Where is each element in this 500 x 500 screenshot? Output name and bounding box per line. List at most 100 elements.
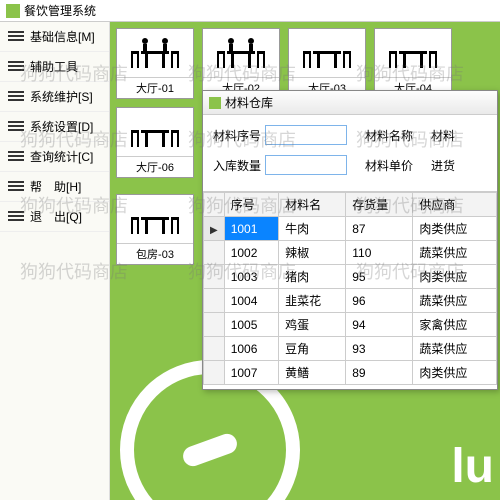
cell-stock: 93 bbox=[346, 337, 413, 361]
cell-supplier: 肉类供应 bbox=[413, 265, 497, 289]
field-material-code: 材料序号 bbox=[213, 125, 347, 145]
table-row[interactable]: 1006豆角93蔬菜供应 bbox=[204, 337, 497, 361]
cell-id: 1005 bbox=[224, 313, 278, 337]
cell-id: 1004 bbox=[224, 289, 278, 313]
sidebar-label: 退 出[Q] bbox=[30, 208, 82, 225]
sidebar-label: 系统设置[D] bbox=[30, 118, 93, 135]
cell-stock: 94 bbox=[346, 313, 413, 337]
menu-icon bbox=[8, 91, 24, 103]
sidebar-label: 帮 助[H] bbox=[30, 178, 81, 195]
material-warehouse-dialog: 材料仓库 材料序号 材料名称 材料 入库数量 材料单价 进货 bbox=[202, 90, 498, 390]
field-material-name: 材料名称 bbox=[365, 127, 413, 144]
sidebar-item-exit[interactable]: 退 出[Q] bbox=[0, 202, 109, 232]
brand-text: lu bbox=[451, 439, 494, 494]
dining-icon bbox=[117, 108, 193, 156]
cell-id: 1007 bbox=[224, 361, 278, 385]
cell-stock: 96 bbox=[346, 289, 413, 313]
cell-id: 1001 bbox=[224, 217, 278, 241]
cell-name: 鸡蛋 bbox=[279, 313, 346, 337]
dialog-icon bbox=[209, 97, 221, 109]
cell-name: 豆角 bbox=[279, 337, 346, 361]
menu-icon bbox=[8, 61, 24, 73]
cell-name: 韭菜花 bbox=[279, 289, 346, 313]
data-grid[interactable]: 序号 材料名 存货量 供应商 ▶1001牛肉87肉类供应1002辣椒110蔬菜供… bbox=[203, 191, 497, 389]
sidebar-label: 查询统计[C] bbox=[30, 148, 93, 165]
table-row[interactable]: 1004韭菜花96蔬菜供应 bbox=[204, 289, 497, 313]
menu-icon bbox=[8, 31, 24, 43]
menu-icon bbox=[8, 181, 24, 193]
cell-supplier: 蔬菜供应 bbox=[413, 241, 497, 265]
cell-supplier: 肉类供应 bbox=[413, 361, 497, 385]
window-title: 餐饮管理系统 bbox=[24, 2, 96, 19]
sidebar-label: 辅助工具 bbox=[30, 58, 78, 75]
col-stock[interactable]: 存货量 bbox=[346, 193, 413, 217]
sidebar: 基础信息[M] 辅助工具 系统维护[S] 系统设置[D] 查询统计[C] 帮 助… bbox=[0, 22, 110, 500]
cell-supplier: 肉类供应 bbox=[413, 217, 497, 241]
col-name[interactable]: 材料名 bbox=[279, 193, 346, 217]
cell-supplier: 家禽供应 bbox=[413, 313, 497, 337]
dining-icon bbox=[375, 29, 451, 77]
cell-supplier: 蔬菜供应 bbox=[413, 289, 497, 313]
cell-name: 黄鳝 bbox=[279, 361, 346, 385]
material-code-input[interactable] bbox=[265, 125, 347, 145]
tile-label: 大厅-01 bbox=[117, 77, 193, 98]
cell-id: 1002 bbox=[224, 241, 278, 265]
cell-name: 猪肉 bbox=[279, 265, 346, 289]
dialog-title-text: 材料仓库 bbox=[225, 94, 273, 111]
app-icon bbox=[6, 4, 20, 18]
cell-supplier: 蔬菜供应 bbox=[413, 337, 497, 361]
qty-input[interactable] bbox=[265, 155, 347, 175]
sidebar-label: 基础信息[M] bbox=[30, 28, 95, 45]
col-supplier[interactable]: 供应商 bbox=[413, 193, 497, 217]
dialog-titlebar[interactable]: 材料仓库 bbox=[203, 91, 497, 115]
dining-icon bbox=[117, 29, 193, 77]
table-tile[interactable]: 大厅-01 bbox=[116, 28, 194, 99]
menu-icon bbox=[8, 151, 24, 163]
sidebar-item-settings[interactable]: 系统设置[D] bbox=[0, 112, 109, 142]
cell-id: 1003 bbox=[224, 265, 278, 289]
window-titlebar: 餐饮管理系统 bbox=[0, 0, 500, 22]
row-indicator bbox=[204, 289, 225, 313]
table-row[interactable]: ▶1001牛肉87肉类供应 bbox=[204, 217, 497, 241]
table-tile[interactable]: 大厅-04 bbox=[374, 28, 452, 99]
cell-name: 牛肉 bbox=[279, 217, 346, 241]
row-indicator: ▶ bbox=[204, 217, 225, 241]
table-tile[interactable]: 大厅-02 bbox=[202, 28, 280, 99]
sidebar-item-basic[interactable]: 基础信息[M] bbox=[0, 22, 109, 52]
table-row[interactable]: 1005鸡蛋94家禽供应 bbox=[204, 313, 497, 337]
menu-icon bbox=[8, 211, 24, 223]
cell-stock: 87 bbox=[346, 217, 413, 241]
table-tile[interactable]: 大厅-06 bbox=[116, 107, 194, 178]
dining-icon bbox=[117, 195, 193, 243]
table-tile[interactable]: 包房-03 bbox=[116, 194, 194, 265]
table-tile[interactable]: 大厅-03 bbox=[288, 28, 366, 99]
cell-stock: 95 bbox=[346, 265, 413, 289]
menu-icon bbox=[8, 121, 24, 133]
sidebar-item-tools[interactable]: 辅助工具 bbox=[0, 52, 109, 82]
field-price: 材料单价 bbox=[365, 157, 413, 174]
tile-label: 大厅-06 bbox=[117, 156, 193, 177]
sidebar-label: 系统维护[S] bbox=[30, 88, 93, 105]
cell-id: 1006 bbox=[224, 337, 278, 361]
table-row[interactable]: 1007黄鳝89肉类供应 bbox=[204, 361, 497, 385]
cell-stock: 89 bbox=[346, 361, 413, 385]
row-indicator bbox=[204, 265, 225, 289]
field-qty: 入库数量 bbox=[213, 155, 347, 175]
col-id[interactable]: 序号 bbox=[224, 193, 278, 217]
row-indicator bbox=[204, 361, 225, 385]
row-header-corner bbox=[204, 193, 225, 217]
row-indicator bbox=[204, 337, 225, 361]
cell-stock: 110 bbox=[346, 241, 413, 265]
cell-name: 辣椒 bbox=[279, 241, 346, 265]
row-indicator bbox=[204, 241, 225, 265]
sidebar-item-help[interactable]: 帮 助[H] bbox=[0, 172, 109, 202]
table-row[interactable]: 1003猪肉95肉类供应 bbox=[204, 265, 497, 289]
sidebar-item-maintain[interactable]: 系统维护[S] bbox=[0, 82, 109, 112]
field-cut: 材料 bbox=[431, 127, 461, 144]
sidebar-item-query[interactable]: 查询统计[C] bbox=[0, 142, 109, 172]
tile-label: 包房-03 bbox=[117, 243, 193, 264]
field-cut2: 进货 bbox=[431, 157, 461, 174]
table-row[interactable]: 1002辣椒110蔬菜供应 bbox=[204, 241, 497, 265]
dining-icon bbox=[289, 29, 365, 77]
dining-icon bbox=[203, 29, 279, 77]
